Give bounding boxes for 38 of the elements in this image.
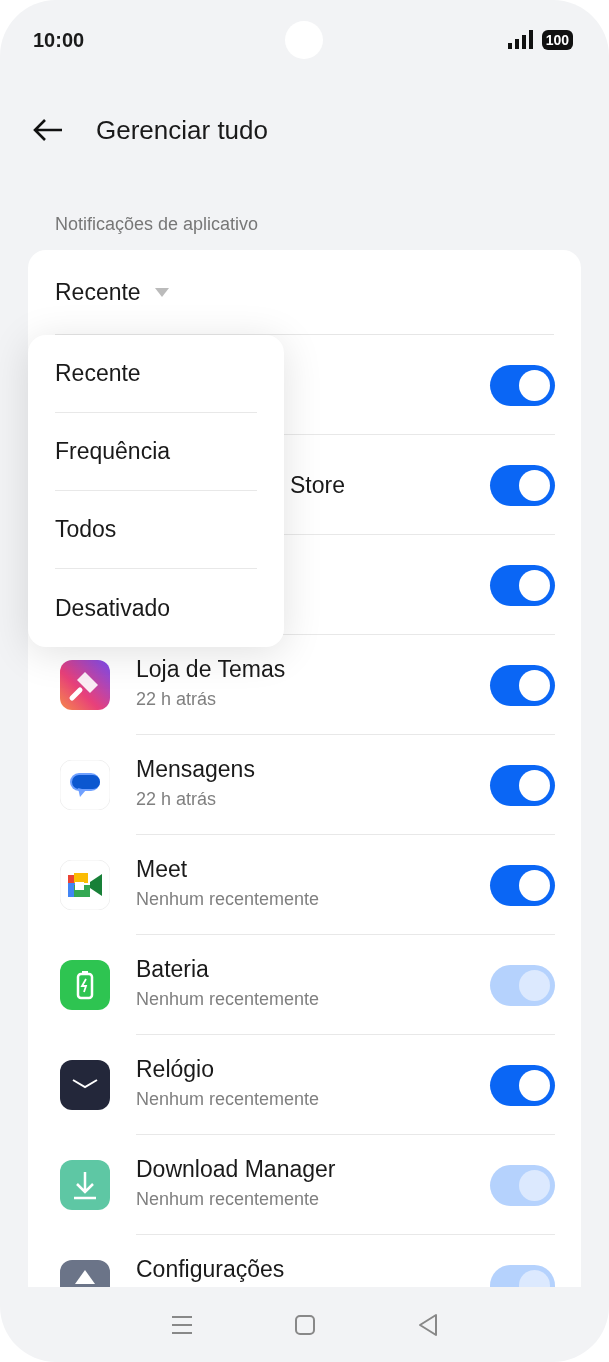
app-name: Mensagens xyxy=(136,755,256,783)
menu-icon[interactable] xyxy=(171,1314,194,1335)
last-notification-time: Nenhum recentemente xyxy=(136,888,321,911)
home-icon[interactable] xyxy=(295,1314,316,1335)
app-name: Relógio xyxy=(136,1055,215,1083)
last-notification-time: Nenhum recentemente xyxy=(136,1088,321,1111)
last-notification-time: 22 h atrás xyxy=(136,688,218,711)
notification-toggle[interactable] xyxy=(490,564,555,606)
menu-option[interactable]: Frequência xyxy=(55,413,257,491)
app-name: Bateria xyxy=(136,955,210,983)
app-name: Store xyxy=(290,471,346,499)
chat-bubble-icon xyxy=(60,760,110,810)
last-notification-time: Nenhum recentemente xyxy=(136,988,321,1011)
app-name: Configurações xyxy=(136,1255,286,1283)
battery-icon xyxy=(60,960,110,1010)
menu-option[interactable]: Desativado xyxy=(55,569,257,647)
app-name: Download Manager xyxy=(136,1155,337,1183)
app-name: Meet xyxy=(136,855,189,883)
sort-dropdown[interactable]: Recente xyxy=(55,274,141,310)
menu-option[interactable]: Todos xyxy=(55,491,257,569)
battery-level: 100 xyxy=(541,30,573,50)
notification-toggle[interactable] xyxy=(490,1064,555,1106)
notification-toggle[interactable] xyxy=(490,464,555,506)
download-icon xyxy=(60,1160,110,1210)
back-icon[interactable] xyxy=(32,118,64,142)
signal-icon xyxy=(507,30,534,50)
video-camera-icon xyxy=(60,860,110,910)
app-name: Loja de Temas xyxy=(136,655,287,683)
status-time: 10:00 xyxy=(33,28,85,53)
last-notification-time: Nenhum recentemente xyxy=(136,1188,321,1211)
section-label: Notificações de aplicativo xyxy=(54,213,260,236)
notification-toggle[interactable] xyxy=(490,864,555,906)
notification-toggle[interactable] xyxy=(490,764,555,806)
notification-toggle[interactable] xyxy=(490,364,555,406)
notification-toggle[interactable] xyxy=(490,664,555,706)
menu-option[interactable]: Recente xyxy=(55,335,257,413)
page-title: Gerenciar tudo xyxy=(96,113,268,147)
last-notification-time: 22 h atrás xyxy=(136,788,218,811)
